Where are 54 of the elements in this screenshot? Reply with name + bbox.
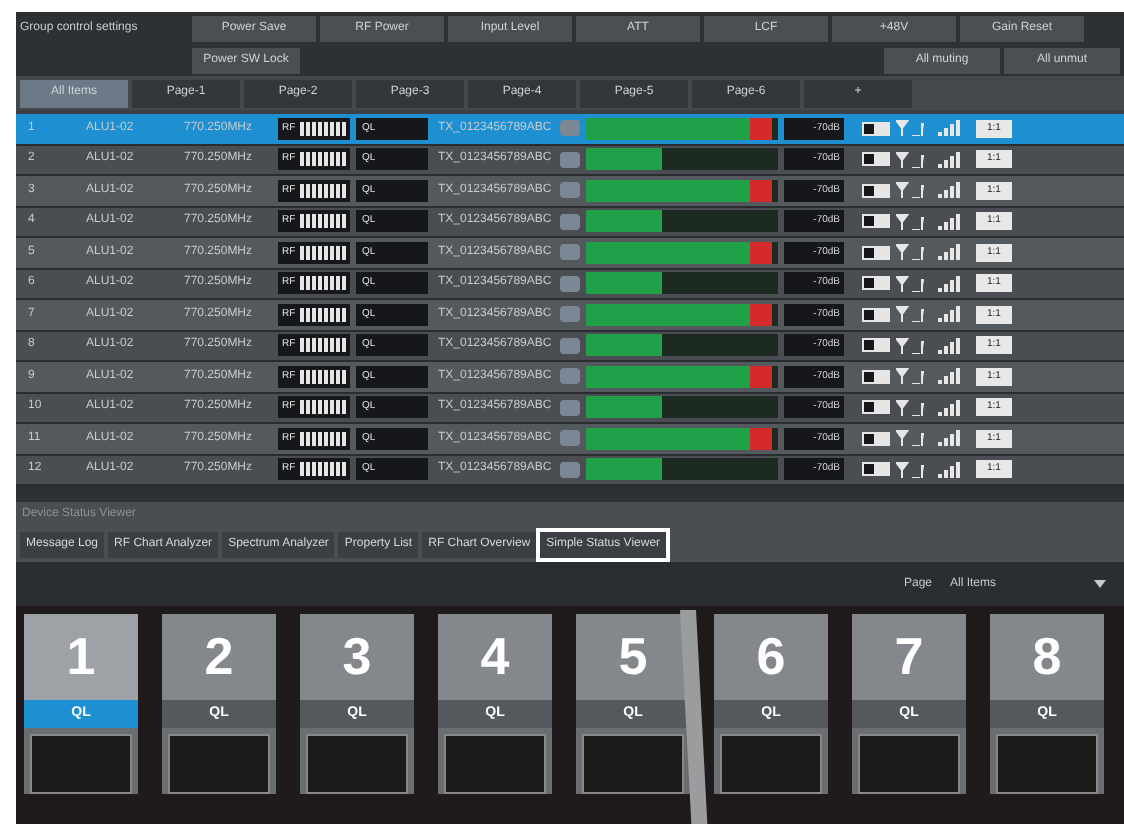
signal-icon xyxy=(938,306,962,323)
channel-number: 7 xyxy=(852,614,966,700)
channel-display xyxy=(444,734,546,794)
channel-number: 4 xyxy=(438,614,552,700)
channel-number: 3 xyxy=(300,614,414,700)
battery-icon xyxy=(862,276,890,291)
signal-icon xyxy=(938,213,962,230)
rf-bars-icon xyxy=(299,276,346,291)
signal-icon xyxy=(938,120,962,137)
battery-icon xyxy=(862,338,890,353)
signal-icon xyxy=(938,368,962,385)
battery-icon xyxy=(862,400,890,415)
channel-display xyxy=(858,734,960,794)
rf-bars-icon xyxy=(299,369,346,384)
channel-number: 6 xyxy=(714,614,828,700)
battery-icon xyxy=(862,307,890,322)
signal-icon xyxy=(938,430,962,447)
rf-bars-icon xyxy=(299,183,346,198)
signal-icon xyxy=(938,399,962,416)
channel-display xyxy=(168,734,270,794)
channel-display xyxy=(30,734,132,794)
rf-bars-icon xyxy=(299,214,346,229)
rf-bars-icon xyxy=(299,245,346,260)
signal-icon xyxy=(938,337,962,354)
rf-bars-icon xyxy=(299,152,346,167)
rf-bars-icon xyxy=(299,307,346,322)
battery-icon xyxy=(862,245,890,260)
rf-bars-icon xyxy=(299,338,346,353)
signal-icon xyxy=(938,151,962,168)
caret-icon xyxy=(1094,580,1106,588)
battery-icon xyxy=(862,462,890,477)
panel-splitter[interactable] xyxy=(16,486,1124,502)
signal-icon xyxy=(938,275,962,292)
battery-icon xyxy=(862,369,890,384)
channel-display xyxy=(996,734,1098,794)
battery-icon xyxy=(862,183,890,198)
battery-icon xyxy=(862,121,890,136)
channel-number: 1 xyxy=(24,614,138,700)
battery-icon xyxy=(862,152,890,167)
battery-icon xyxy=(862,431,890,446)
channel-display xyxy=(720,734,822,794)
signal-icon xyxy=(938,461,962,478)
channel-number: 5 xyxy=(576,614,690,700)
rf-bars-icon xyxy=(299,462,346,477)
rf-bars-icon xyxy=(299,431,346,446)
signal-icon xyxy=(938,244,962,261)
battery-icon xyxy=(862,214,890,229)
channel-display xyxy=(582,734,684,794)
channel-number: 8 xyxy=(990,614,1104,700)
channel-number: 2 xyxy=(162,614,276,700)
rf-bars-icon xyxy=(299,121,346,136)
signal-icon xyxy=(938,182,962,199)
rf-bars-icon xyxy=(299,400,346,415)
channel-display xyxy=(306,734,408,794)
